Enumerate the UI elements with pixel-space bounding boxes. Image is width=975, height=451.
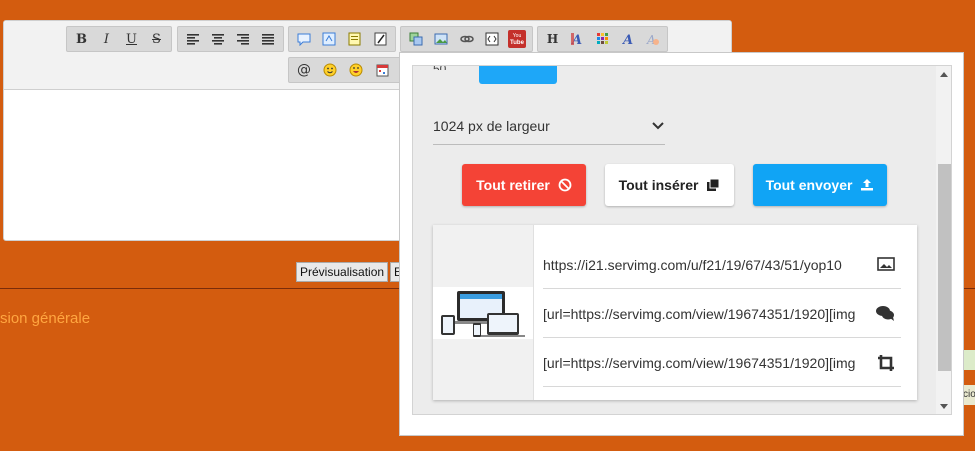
font-size-icon: A <box>570 33 582 46</box>
font-face-icon: A <box>621 33 633 46</box>
font-face-button[interactable]: A <box>615 28 640 50</box>
image-host-icon <box>409 32 423 46</box>
bold-button[interactable]: B <box>69 28 94 50</box>
thumbnail-bbcode-row[interactable]: [url=https://servimg.com/view/19674351/1… <box>543 337 901 387</box>
pencil-icon <box>374 32 387 46</box>
panel-scrollbar[interactable] <box>936 66 951 414</box>
block-icon <box>558 178 572 192</box>
direct-link-row[interactable]: https://i21.servimg.com/u/f21/19/67/43/5… <box>543 239 901 289</box>
youtube-icon: YouTube <box>508 30 527 48</box>
image-icon[interactable] <box>877 256 895 272</box>
heading-button[interactable]: H <box>540 28 565 50</box>
insert-group <box>288 26 396 52</box>
copy-icon <box>707 178 720 191</box>
speech-bubble-icon <box>297 33 311 46</box>
speech-bubble-button[interactable] <box>291 28 317 50</box>
scroll-up-icon[interactable] <box>940 72 948 77</box>
clear-format-icon: A <box>646 33 659 46</box>
italic-button[interactable]: I <box>94 28 119 50</box>
image-upload-popup: 50 1024 px de largeur Tout retirer Tout … <box>399 52 964 436</box>
align-left-button[interactable] <box>180 28 205 50</box>
justify-button[interactable] <box>256 28 281 50</box>
grin-icon <box>349 63 363 77</box>
thumbnail-bbcode-text[interactable]: [url=https://servimg.com/view/19674351/1… <box>543 355 861 371</box>
grin-button[interactable] <box>343 59 369 81</box>
devices-thumbnail-image <box>441 291 525 337</box>
insert-link-button[interactable] <box>454 28 479 50</box>
insert-image-button[interactable] <box>428 28 453 50</box>
note-button[interactable] <box>342 28 368 50</box>
smiley-icon <box>323 63 337 77</box>
remove-all-button[interactable]: Tout retirer <box>462 164 586 206</box>
partial-label: 50 <box>433 66 453 70</box>
justify-icon <box>262 33 275 45</box>
heading-icon: H <box>546 32 559 46</box>
align-center-button[interactable] <box>205 28 230 50</box>
format-group: H A A A <box>537 26 668 52</box>
side-cell-text: cio <box>963 385 975 405</box>
insert-all-button[interactable]: Tout insérer <box>605 164 734 206</box>
size-select-value: 1024 px de largeur <box>433 118 550 134</box>
align-left-icon <box>186 33 199 45</box>
size-select[interactable]: 1024 px de largeur <box>433 108 665 145</box>
mention-button[interactable]: @ <box>291 59 317 81</box>
code-button[interactable] <box>479 28 504 50</box>
svg-text:Tube: Tube <box>510 40 525 46</box>
svg-text:You: You <box>513 33 522 39</box>
text-style-group: B I U S <box>66 26 172 52</box>
quote-icon <box>322 32 336 46</box>
send-all-label: Tout envoyer <box>765 177 853 193</box>
forum-bbcode-row[interactable]: [url=https://servimg.com/view/19674351/1… <box>543 288 901 338</box>
note-icon <box>348 32 361 46</box>
code-icon <box>485 32 499 46</box>
calendar-icon <box>376 64 388 77</box>
scroll-down-icon[interactable] <box>940 404 948 409</box>
forum-category-link[interactable]: sion générale <box>0 310 90 327</box>
image-icon <box>434 33 448 44</box>
emoji-group: @ <box>288 57 408 83</box>
align-right-button[interactable] <box>231 28 256 50</box>
calendar-button[interactable] <box>369 59 395 81</box>
italic-icon: I <box>103 31 110 47</box>
color-palette-icon <box>596 33 608 44</box>
font-size-button[interactable]: A <box>565 28 590 50</box>
underline-button[interactable]: U <box>119 28 144 50</box>
alignment-group <box>177 26 284 52</box>
strikethrough-button[interactable]: S <box>144 28 169 50</box>
remove-all-label: Tout retirer <box>476 177 550 193</box>
insert-all-label: Tout insérer <box>618 177 699 193</box>
thumbnail-column <box>433 225 534 400</box>
uploaded-image-card: https://i21.servimg.com/u/f21/19/67/43/5… <box>433 225 917 400</box>
comments-icon[interactable] <box>875 305 895 321</box>
underline-icon: U <box>126 31 137 47</box>
editor-buttons: Prévisualisation E <box>296 262 408 282</box>
image-thumbnail[interactable] <box>433 287 533 339</box>
crop-icon[interactable] <box>877 354 895 372</box>
media-group: You Tube <box>400 26 533 52</box>
scroll-thumb[interactable] <box>938 164 951 371</box>
image-host-button[interactable] <box>403 28 428 50</box>
quote-button[interactable] <box>317 28 343 50</box>
bold-icon: B <box>76 31 87 47</box>
color-palette-button[interactable] <box>590 28 615 50</box>
strikethrough-icon: S <box>152 31 161 47</box>
clear-format-button[interactable]: A <box>640 28 665 50</box>
youtube-button[interactable]: You Tube <box>505 28 530 50</box>
forum-bbcode-text[interactable]: [url=https://servimg.com/view/19674351/1… <box>543 306 861 322</box>
upload-icon <box>861 179 874 191</box>
smiley-button[interactable] <box>317 59 343 81</box>
link-icon <box>459 35 474 43</box>
chevron-down-icon <box>652 122 664 130</box>
send-all-button[interactable]: Tout envoyer <box>753 164 887 206</box>
direct-link-text[interactable]: https://i21.servimg.com/u/f21/19/67/43/5… <box>543 257 861 273</box>
upload-panel: 50 1024 px de largeur Tout retirer Tout … <box>412 65 952 415</box>
pencil-button[interactable] <box>368 28 394 50</box>
url-button[interactable] <box>479 66 557 84</box>
preview-button[interactable]: Prévisualisation <box>296 262 389 282</box>
align-right-icon <box>237 33 250 45</box>
align-center-icon <box>211 33 224 45</box>
side-cell <box>963 350 975 370</box>
svg-text:A: A <box>621 33 633 46</box>
mention-icon: @ <box>297 62 311 78</box>
